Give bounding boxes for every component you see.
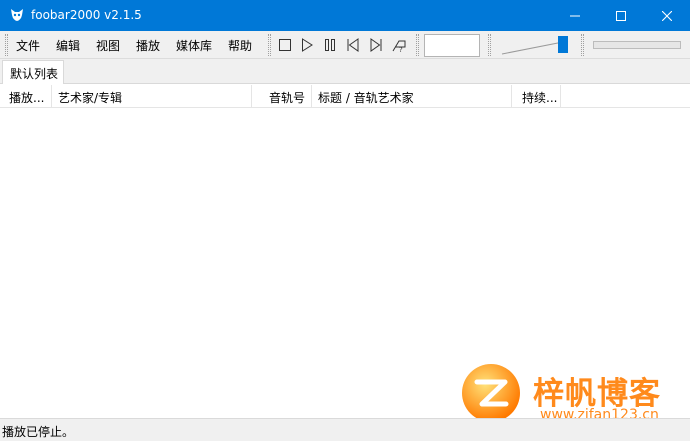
menu-view[interactable]: 视图	[96, 37, 120, 54]
playback-order-box[interactable]	[424, 34, 480, 57]
toolbar-grip[interactable]	[581, 34, 584, 56]
status-bar: 播放已停止。	[0, 418, 690, 441]
column-title-track-artist[interactable]: 标题 / 音轨艺术家	[312, 85, 512, 108]
menu-edit[interactable]: 编辑	[56, 37, 80, 54]
minimize-icon	[570, 15, 580, 16]
column-duration[interactable]: 持续...	[512, 85, 561, 108]
playlist-header: 播放... 艺术家/专辑 音轨号 标题 / 音轨艺术家 持续...	[0, 85, 690, 108]
toolbar: 文件 编辑 视图 播放 媒体库 帮助 ?	[0, 31, 690, 59]
minimize-button[interactable]	[552, 0, 598, 31]
close-button[interactable]	[644, 0, 690, 31]
menu-library[interactable]: 媒体库	[176, 37, 212, 54]
toolbar-grip[interactable]	[268, 34, 271, 56]
watermark-logo	[462, 364, 520, 422]
menu-help[interactable]: 帮助	[228, 37, 252, 54]
maximize-button[interactable]	[598, 0, 644, 31]
menu-file[interactable]: 文件	[16, 37, 40, 54]
previous-icon[interactable]	[345, 37, 361, 53]
volume-slider[interactable]	[500, 34, 572, 56]
pause-icon[interactable]	[322, 37, 338, 53]
toolbar-grip[interactable]	[5, 34, 8, 56]
menu-playback[interactable]: 播放	[136, 37, 160, 54]
stop-icon[interactable]	[277, 37, 293, 53]
column-artist-album[interactable]: 艺术家/专辑	[52, 85, 252, 108]
status-text: 播放已停止。	[2, 425, 75, 439]
playlist-tab-bar: 默认列表	[0, 59, 690, 84]
column-playing[interactable]: 播放...	[0, 85, 52, 108]
next-icon[interactable]	[368, 37, 384, 53]
title-bar[interactable]: foobar2000 v2.1.5	[0, 0, 690, 31]
close-icon	[662, 10, 672, 21]
column-track-number[interactable]: 音轨号	[252, 85, 312, 108]
toolbar-grip[interactable]	[416, 34, 419, 56]
random-icon[interactable]: ?	[391, 37, 407, 53]
seek-bar[interactable]	[593, 41, 681, 49]
svg-text:?: ?	[399, 46, 403, 53]
tab-default-playlist[interactable]: 默认列表	[2, 60, 64, 84]
toolbar-grip[interactable]	[488, 34, 491, 56]
foobar-app-icon	[11, 9, 23, 21]
volume-slider-thumb[interactable]	[558, 36, 568, 53]
maximize-icon	[616, 10, 626, 21]
play-icon[interactable]	[299, 37, 315, 53]
window-title: foobar2000 v2.1.5	[31, 8, 142, 22]
